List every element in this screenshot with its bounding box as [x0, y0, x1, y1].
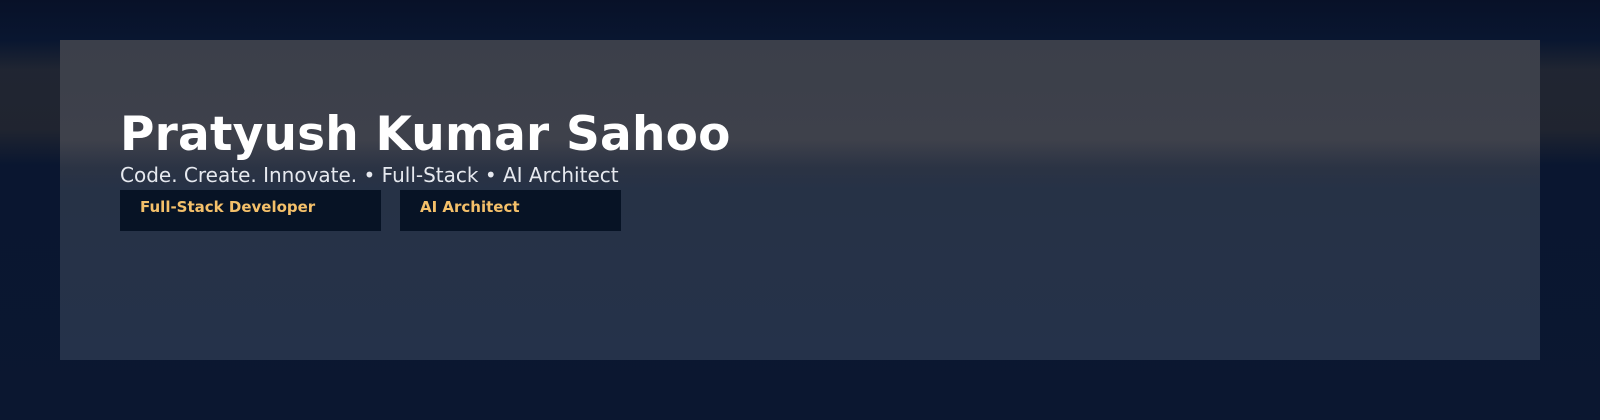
badge-ai-architect: AI Architect [400, 190, 621, 231]
page-title: Pratyush Kumar Sahoo [120, 107, 731, 162]
role-badges: Full-Stack Developer AI Architect [120, 190, 1480, 231]
hero-section: Pratyush Kumar Sahoo Code. Create. Innov… [60, 40, 1540, 360]
hero-tagline: Code. Create. Innovate. • Full-Stack • A… [120, 163, 619, 187]
badge-full-stack-developer: Full-Stack Developer [120, 190, 381, 231]
hero-content: Pratyush Kumar Sahoo Code. Create. Innov… [120, 108, 1480, 231]
